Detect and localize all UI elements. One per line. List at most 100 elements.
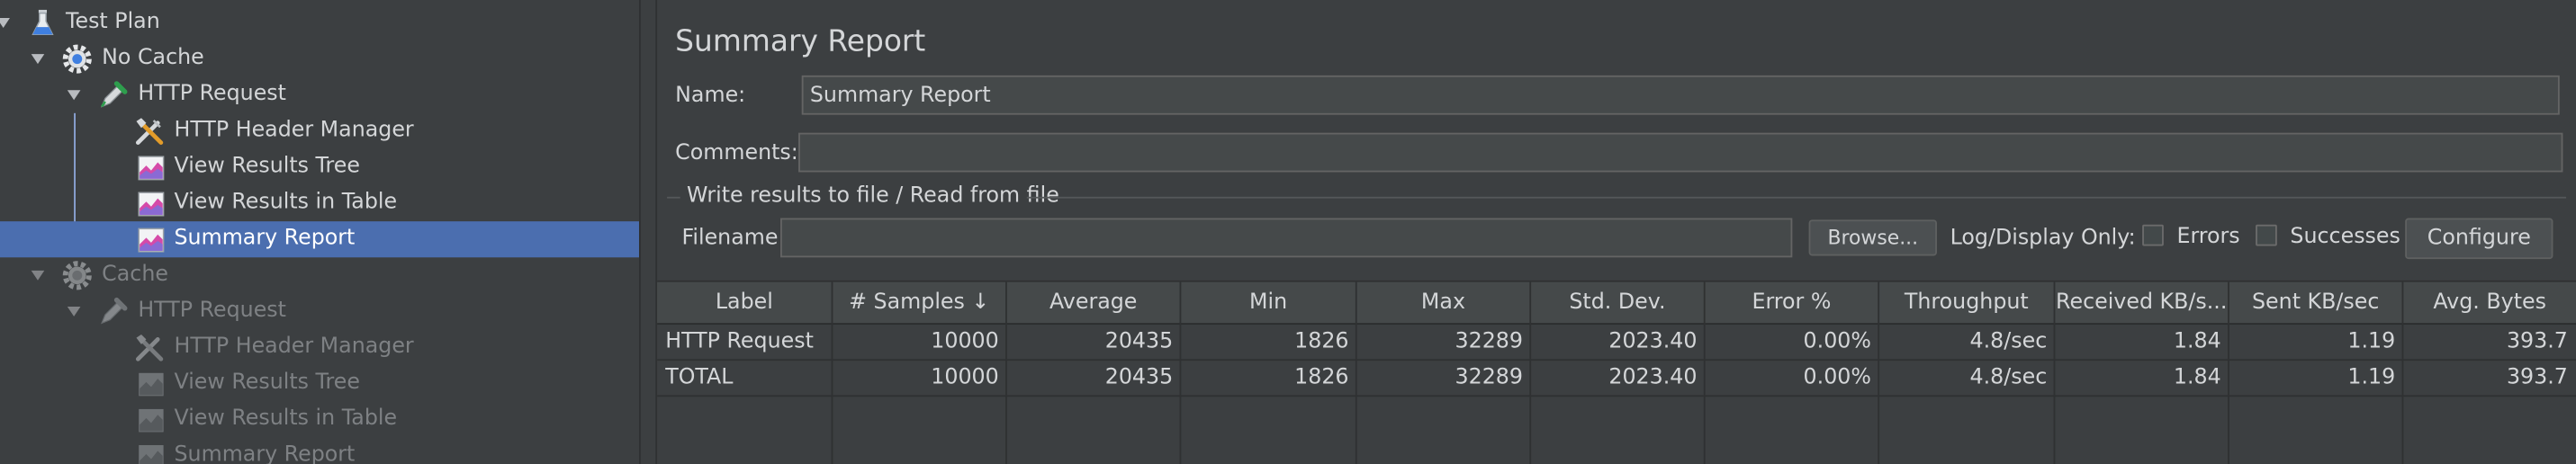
summary-report-panel: Summary Report Name: Summary Report Comm… bbox=[657, 0, 2576, 464]
group-border bbox=[1026, 196, 2567, 199]
graph-icon bbox=[139, 408, 164, 433]
table-row[interactable]: TOTAL 10000 20435 1826 32289 2023.40 0.0… bbox=[657, 361, 2576, 397]
expand-arrow-icon[interactable] bbox=[0, 18, 10, 28]
pipette-icon bbox=[101, 297, 128, 325]
tree-item-label: View Results in Table bbox=[174, 406, 398, 432]
graph-icon bbox=[139, 445, 164, 464]
column-header-sent-kb[interactable]: Sent KB/sec bbox=[2229, 281, 2404, 326]
tools-icon bbox=[135, 118, 164, 145]
table-row[interactable]: HTTP Request 10000 20435 1826 32289 2023… bbox=[657, 325, 2576, 361]
tree-item-http-header-manager-disabled[interactable]: HTTP Header Manager bbox=[0, 329, 639, 365]
table-cell: 1.19 bbox=[2347, 329, 2396, 354]
gear-icon bbox=[62, 44, 92, 74]
column-divider bbox=[1878, 325, 1880, 464]
graph-icon bbox=[138, 192, 165, 217]
successes-checkbox[interactable] bbox=[2256, 224, 2277, 246]
table-cell: 0.00% bbox=[1803, 365, 1871, 390]
name-field[interactable]: Summary Report bbox=[801, 75, 2560, 115]
table-cell: 2023.40 bbox=[1608, 329, 1698, 354]
tree-item-label: HTTP Header Manager bbox=[174, 118, 414, 143]
tree-item-label: Cache bbox=[102, 262, 168, 288]
column-header-error-percent[interactable]: Error % bbox=[1706, 281, 1880, 326]
pipette-icon bbox=[101, 81, 128, 108]
table-cell: 4.8/sec bbox=[1969, 329, 2048, 354]
column-header-label[interactable]: Label bbox=[657, 281, 833, 326]
column-header-max[interactable]: Max bbox=[1357, 281, 1532, 326]
filename-label: Filename bbox=[681, 226, 779, 251]
tree-item-cache[interactable]: Cache bbox=[0, 257, 639, 293]
table-cell: 32289 bbox=[1455, 329, 1524, 354]
errors-label: Errors bbox=[2176, 224, 2240, 250]
column-divider bbox=[1529, 325, 1532, 464]
group-border bbox=[667, 196, 680, 199]
tree-item-label: Test Plan bbox=[66, 9, 160, 35]
table-cell: 1826 bbox=[1294, 329, 1349, 354]
gear-icon bbox=[62, 261, 92, 290]
log-display-only-label: Log/Display Only: bbox=[1950, 226, 2136, 251]
tree-item-no-cache[interactable]: No Cache bbox=[0, 41, 639, 77]
split-pane-divider[interactable] bbox=[639, 0, 658, 464]
tree-item-label: View Results Tree bbox=[174, 370, 360, 396]
tree-item-view-results-in-table-disabled[interactable]: View Results in Table bbox=[0, 402, 639, 438]
table-cell: 2023.40 bbox=[1608, 365, 1698, 390]
table-header: Label # Samples ↓ Average Min Max Std. D… bbox=[657, 280, 2576, 326]
column-header-average[interactable]: Average bbox=[1007, 281, 1182, 326]
tree-item-http-header-manager[interactable]: HTTP Header Manager bbox=[0, 113, 639, 149]
column-header-std-dev[interactable]: Std. Dev. bbox=[1531, 281, 1706, 326]
graph-icon bbox=[139, 372, 164, 397]
table-cell: TOTAL bbox=[665, 365, 734, 390]
expand-arrow-icon[interactable] bbox=[67, 90, 81, 101]
tree-item-label: No Cache bbox=[102, 46, 204, 71]
tree-item-http-request-disabled[interactable]: HTTP Request bbox=[0, 293, 639, 329]
column-header-avg-bytes[interactable]: Avg. Bytes bbox=[2403, 282, 2576, 325]
tree-item-view-results-tree[interactable]: View Results Tree bbox=[0, 149, 639, 185]
column-divider bbox=[2053, 325, 2056, 464]
column-divider bbox=[1005, 325, 1007, 464]
tree-item-summary-report-disabled[interactable]: Summary Report bbox=[0, 438, 639, 464]
column-header-throughput[interactable]: Throughput bbox=[1879, 281, 2056, 326]
column-divider bbox=[1179, 325, 1182, 464]
test-plan-tree: Test Plan No Cache HTTP Request HTTP Hea… bbox=[0, 0, 640, 464]
errors-checkbox[interactable] bbox=[2142, 224, 2164, 246]
column-divider bbox=[2228, 325, 2229, 464]
column-divider bbox=[2401, 325, 2404, 464]
flask-icon bbox=[32, 9, 54, 36]
table-cell: 0.00% bbox=[1803, 329, 1871, 354]
table-cell: 1826 bbox=[1294, 365, 1349, 390]
table-cell: 393.7 bbox=[2506, 329, 2568, 354]
tree-item-http-request[interactable]: HTTP Request bbox=[0, 77, 639, 113]
table-cell: 32289 bbox=[1455, 365, 1524, 390]
tree-item-summary-report[interactable]: Summary Report bbox=[0, 221, 640, 258]
tree-item-label: HTTP Header Manager bbox=[174, 334, 414, 360]
tree-item-view-results-tree-disabled[interactable]: View Results Tree bbox=[0, 366, 639, 402]
comments-field[interactable] bbox=[798, 132, 2563, 173]
table-cell: 10000 bbox=[931, 365, 999, 390]
table-cell: 20435 bbox=[1104, 365, 1174, 390]
tree-item-label: View Results in Table bbox=[174, 190, 398, 215]
table-cell: 1.84 bbox=[2173, 329, 2221, 354]
table-cell: 4.8/sec bbox=[1969, 365, 2048, 390]
column-header-samples[interactable]: # Samples ↓ bbox=[833, 281, 1007, 326]
page-title: Summary Report bbox=[675, 24, 926, 59]
tree-item-view-results-in-table[interactable]: View Results in Table bbox=[0, 185, 639, 221]
tree-item-label: Summary Report bbox=[174, 226, 356, 251]
column-divider bbox=[831, 325, 833, 464]
expand-arrow-icon[interactable] bbox=[31, 54, 45, 65]
table-cell: 1.19 bbox=[2347, 365, 2396, 390]
tree-item-label: Summary Report bbox=[174, 442, 356, 464]
file-group-title: Write results to file / Read from file bbox=[686, 183, 1059, 209]
filename-field[interactable] bbox=[779, 218, 1793, 258]
table-cell: 393.7 bbox=[2506, 365, 2568, 390]
results-table: Label # Samples ↓ Average Min Max Std. D… bbox=[657, 280, 2576, 464]
column-header-min[interactable]: Min bbox=[1181, 281, 1357, 326]
expand-arrow-icon[interactable] bbox=[31, 270, 45, 281]
tools-icon bbox=[135, 334, 164, 361]
expand-arrow-icon[interactable] bbox=[67, 306, 81, 317]
table-cell: 10000 bbox=[931, 329, 999, 354]
column-header-received-kb[interactable]: Received KB/s... bbox=[2055, 281, 2229, 326]
configure-button[interactable]: Configure bbox=[2405, 218, 2553, 260]
browse-button[interactable]: Browse... bbox=[1808, 219, 1937, 256]
tree-item-test-plan[interactable]: Test Plan bbox=[0, 4, 639, 40]
tree-item-label: HTTP Request bbox=[138, 82, 286, 107]
table-cell: 1.84 bbox=[2173, 365, 2221, 390]
